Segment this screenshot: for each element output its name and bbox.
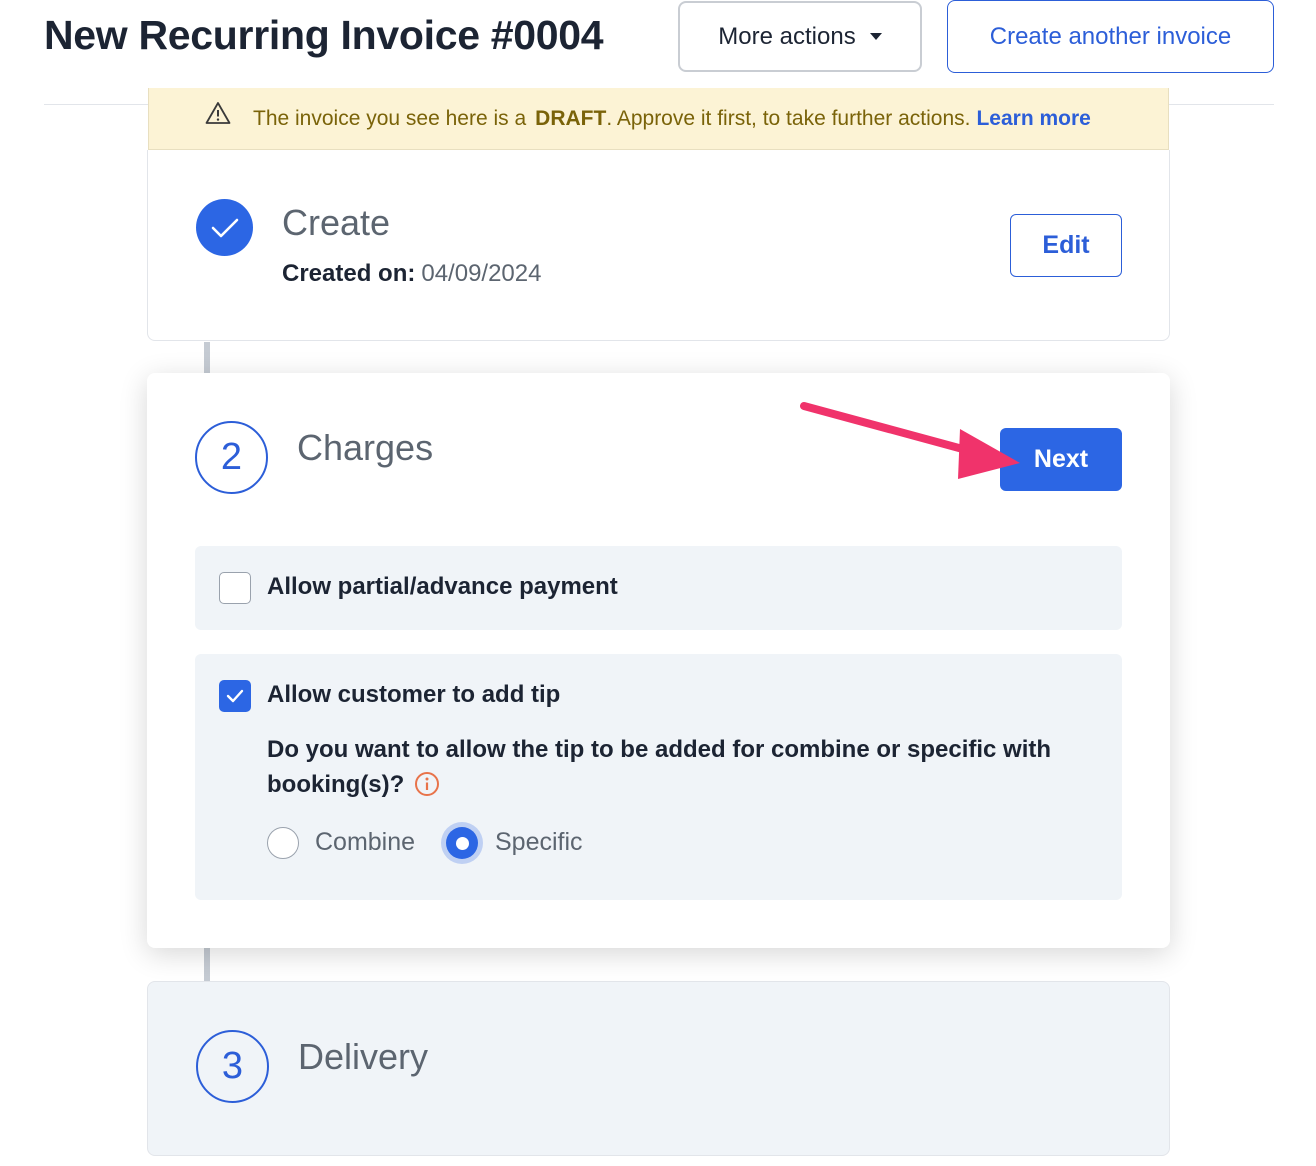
step-number-badge: 3: [196, 1030, 269, 1103]
combine-radio[interactable]: [267, 827, 299, 859]
partial-payment-option: Allow partial/advance payment: [195, 546, 1122, 630]
created-on-info: Created on: 04/09/2024: [282, 260, 541, 288]
step-create-card: Create Created on: 04/09/2024 Edit: [147, 150, 1170, 341]
specific-radio[interactable]: [446, 827, 478, 859]
learn-more-link[interactable]: Learn more: [976, 107, 1090, 131]
banner-text-before: The invoice you see here is a: [253, 106, 527, 130]
step-create-title: Create: [282, 202, 391, 243]
specific-radio-label[interactable]: Specific: [495, 828, 583, 857]
info-icon[interactable]: [414, 771, 440, 807]
create-another-invoice-button[interactable]: Create another invoice: [947, 0, 1274, 73]
banner-draft-word: DRAFT: [535, 106, 607, 130]
chevron-down-icon: [869, 33, 882, 40]
timeline-connector: [204, 342, 210, 373]
step-delivery-card[interactable]: 3 Delivery: [147, 981, 1170, 1156]
tip-option: Allow customer to add tip Do you want to…: [195, 654, 1122, 900]
more-actions-button[interactable]: More actions: [678, 1, 922, 72]
radio-selected-dot: [455, 836, 469, 850]
tip-checkbox[interactable]: [219, 680, 251, 712]
step-number-badge: 2: [195, 421, 268, 494]
tip-question-text: Do you want to allow the tip to be added…: [267, 736, 1052, 798]
tip-question: Do you want to allow the tip to be added…: [267, 732, 1087, 807]
tip-label: Allow customer to add tip: [267, 681, 561, 708]
created-on-value: 04/09/2024: [421, 260, 542, 287]
warning-triangle-icon: [205, 101, 231, 131]
combine-radio-label[interactable]: Combine: [315, 828, 415, 857]
partial-payment-checkbox[interactable]: [219, 572, 251, 604]
partial-payment-label: Allow partial/advance payment: [267, 573, 618, 600]
check-icon: [226, 689, 244, 703]
step-complete-check-icon: [196, 199, 253, 256]
step-charges-title: Charges: [297, 427, 434, 468]
next-button[interactable]: Next: [1000, 428, 1122, 491]
step-delivery-title: Delivery: [298, 1036, 429, 1077]
timeline-connector: [204, 948, 210, 981]
banner-text-after: . Approve it first, to take further acti…: [606, 106, 971, 130]
draft-warning-banner: The invoice you see here is a DRAFT . Ap…: [148, 88, 1169, 150]
page-title: New Recurring Invoice #0004: [44, 12, 604, 58]
edit-button[interactable]: Edit: [1010, 214, 1122, 277]
step-charges-card: 2 Charges Next Allow partial/advance pay…: [147, 373, 1170, 948]
more-actions-label: More actions: [718, 22, 856, 50]
created-on-label: Created on:: [282, 260, 416, 287]
